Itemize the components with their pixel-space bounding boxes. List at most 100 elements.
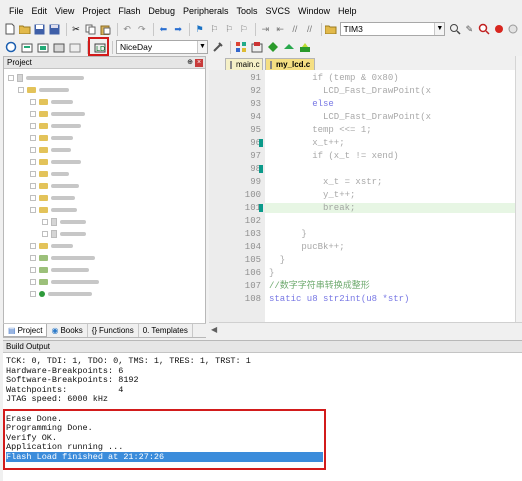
tab-project[interactable]: ▤ Project <box>3 324 48 337</box>
tree-item-group[interactable] <box>30 109 85 119</box>
tree-item-group[interactable] <box>30 205 77 215</box>
bookmark-toggle-icon[interactable]: ⚑ <box>193 22 206 36</box>
batch-build-icon[interactable] <box>52 40 66 54</box>
tree-item-component[interactable] <box>30 289 92 299</box>
bookmark-marker[interactable] <box>259 139 263 147</box>
bookmark-prev-icon[interactable]: ⚐ <box>208 22 221 36</box>
expand-icon[interactable] <box>30 207 36 213</box>
bookmark-next-icon[interactable]: ⚐ <box>223 22 236 36</box>
expand-icon[interactable] <box>30 99 36 105</box>
menu-file[interactable]: File <box>5 4 28 18</box>
expand-icon[interactable] <box>30 171 36 177</box>
tree-item-component[interactable] <box>30 277 99 287</box>
save-all-icon[interactable] <box>48 22 61 36</box>
copy-icon[interactable] <box>84 22 97 36</box>
expand-icon[interactable] <box>30 111 36 117</box>
code-line[interactable]: if (x_t != xend) <box>269 151 398 161</box>
code-line[interactable]: x_t = xstr; <box>269 177 382 187</box>
menu-peripherals[interactable]: Peripherals <box>179 4 233 18</box>
zoom-icon[interactable] <box>478 22 491 36</box>
translate-icon[interactable] <box>4 40 18 54</box>
tree-item-group[interactable] <box>30 181 79 191</box>
comment-icon[interactable]: // <box>288 22 301 36</box>
build-icon[interactable] <box>20 40 34 54</box>
green-diamond-icon[interactable] <box>266 40 280 54</box>
menu-svcs[interactable]: SVCS <box>262 4 295 18</box>
code-line[interactable]: break; <box>269 203 355 213</box>
expand-icon[interactable] <box>30 255 36 261</box>
new-file-icon[interactable] <box>4 22 17 36</box>
open-folder-icon[interactable] <box>19 22 32 36</box>
chevron-down-icon[interactable]: ▼ <box>434 23 445 35</box>
menu-help[interactable]: Help <box>334 4 361 18</box>
code-line[interactable]: x_t++; <box>269 138 344 148</box>
scroll-left-icon[interactable]: ◀ <box>211 325 217 334</box>
code-line[interactable]: temp <<= 1; <box>269 125 371 135</box>
code-editor[interactable]: 91 92 93 94 95 96 97 98 99 100 101 102 103 104 105 106 1… <box>209 70 515 322</box>
tab-functions[interactable]: {} Functions <box>88 324 139 337</box>
stop-debug-icon[interactable] <box>507 22 520 36</box>
run-icon[interactable] <box>282 40 296 54</box>
uncomment-icon[interactable]: // <box>303 22 316 36</box>
expand-icon[interactable] <box>30 183 36 189</box>
expand-icon[interactable] <box>30 267 36 273</box>
code-line[interactable]: y_t++; <box>269 190 355 200</box>
menu-edit[interactable]: Edit <box>28 4 52 18</box>
expand-icon[interactable] <box>8 75 14 81</box>
expand-icon[interactable] <box>18 87 24 93</box>
manage-components-icon[interactable] <box>234 40 248 54</box>
expand-icon[interactable] <box>42 219 48 225</box>
expand-icon[interactable] <box>30 195 36 201</box>
expand-icon[interactable] <box>30 291 36 297</box>
code-line[interactable]: static u8 str2int(u8 *str) <box>269 294 409 304</box>
stop-build-icon[interactable] <box>68 40 82 54</box>
tab-main-c[interactable]: main.c <box>225 58 263 70</box>
pack-installer-icon[interactable] <box>298 40 312 54</box>
bookmark-marker[interactable] <box>259 204 263 212</box>
menu-view[interactable]: View <box>51 4 78 18</box>
tree-item-component[interactable] <box>30 265 89 275</box>
tree-item-group[interactable] <box>30 157 81 167</box>
tab-my-lcd-c[interactable]: my_lcd.c <box>265 58 315 70</box>
tree-item-component[interactable] <box>30 253 95 263</box>
bookmark-marker[interactable] <box>259 165 263 173</box>
tree-item-group[interactable] <box>30 133 73 143</box>
navigate-back-icon[interactable]: ⬅ <box>157 22 170 36</box>
menu-window[interactable]: Window <box>294 4 334 18</box>
expand-icon[interactable] <box>30 123 36 129</box>
tree-item-group[interactable] <box>30 145 71 155</box>
file-extensions-icon[interactable] <box>250 40 264 54</box>
vertical-scrollbar[interactable] <box>515 56 522 322</box>
code-line[interactable]: if (temp & 0x80) <box>269 73 398 83</box>
bookmark-clear-icon[interactable]: ⚐ <box>237 22 250 36</box>
horizontal-scrollbar[interactable]: ◀ <box>209 322 522 337</box>
pin-icon[interactable]: ⊕ <box>187 57 193 69</box>
expand-icon[interactable] <box>30 279 36 285</box>
incremental-find-icon[interactable] <box>448 22 461 36</box>
code-line[interactable]: pucBk++; <box>269 242 344 252</box>
tree-item-group[interactable] <box>30 193 75 203</box>
cut-icon[interactable]: ✂ <box>70 22 83 36</box>
tab-books[interactable]: ◉ Books <box>47 324 88 337</box>
paste-icon[interactable] <box>99 22 112 36</box>
pencil-icon[interactable]: ✎ <box>463 22 476 36</box>
tree-item-project[interactable] <box>8 73 84 83</box>
expand-icon[interactable] <box>30 147 36 153</box>
expand-icon[interactable] <box>30 159 36 165</box>
expand-icon[interactable] <box>42 231 48 237</box>
start-debug-icon[interactable] <box>492 22 505 36</box>
indent-icon[interactable]: ⇥ <box>259 22 272 36</box>
expand-icon[interactable] <box>30 135 36 141</box>
menu-debug[interactable]: Debug <box>144 4 179 18</box>
code-line[interactable]: } <box>269 255 285 265</box>
tree-item-group[interactable] <box>30 121 81 131</box>
undo-icon[interactable]: ↶ <box>121 22 134 36</box>
unindent-icon[interactable]: ⇤ <box>274 22 287 36</box>
tree-item-file[interactable] <box>42 217 86 227</box>
close-icon[interactable]: × <box>195 59 203 67</box>
save-icon[interactable] <box>33 22 46 36</box>
find-combo[interactable]: TIM3 ▼ <box>339 22 446 36</box>
navigate-forward-icon[interactable]: ➡ <box>172 22 185 36</box>
code-line[interactable]: LCD_Fast_DrawPoint(x <box>269 86 431 96</box>
tree-item-group[interactable] <box>30 97 73 107</box>
